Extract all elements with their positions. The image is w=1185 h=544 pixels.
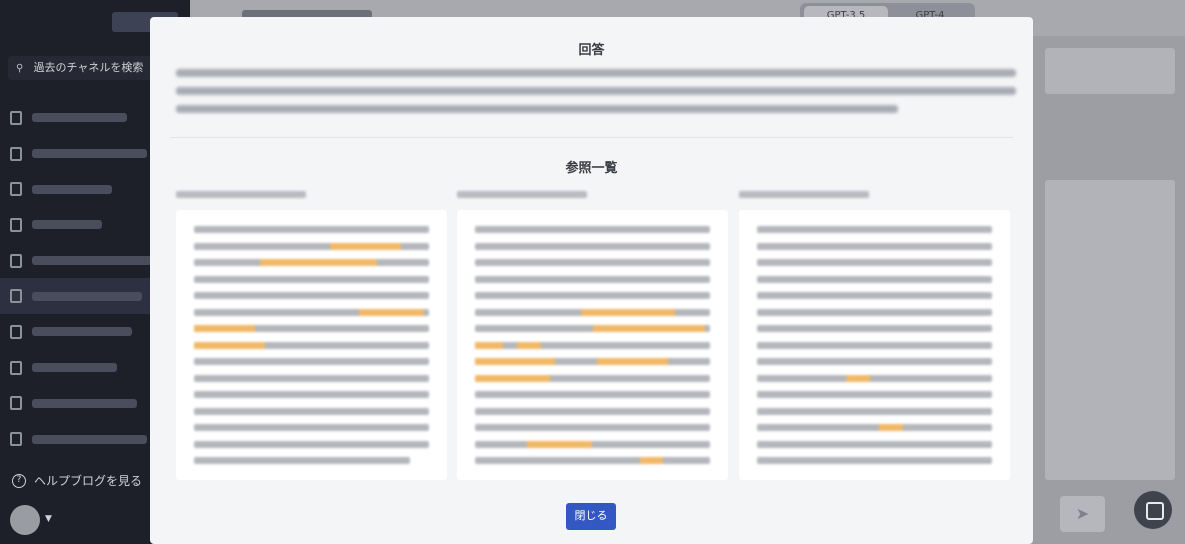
document-icon [10,146,22,161]
send-icon[interactable]: ➤ [1060,496,1105,532]
reference-column [176,191,447,480]
divider [170,137,1013,138]
answer-modal: 回答 参照一覧 閉じる [150,17,1033,544]
document-icon [10,110,22,125]
side-panel-card [1045,180,1175,480]
document-icon [10,217,22,232]
modal-title: 回答 [578,43,605,58]
help-blog-link[interactable]: ? ヘルプブログを見る [12,472,142,489]
side-panel-card [1045,48,1175,94]
chevron-down-icon[interactable]: ▼ [45,514,52,524]
reference-filename [176,191,306,198]
avatar[interactable] [10,505,40,535]
document-icon [10,182,22,197]
reference-column [457,191,728,480]
answer-text [176,69,1016,123]
close-button[interactable]: 閉じる [566,503,616,530]
reference-filename [457,191,587,198]
document-icon [10,253,22,268]
help-icon: ? [12,473,26,488]
document-icon [10,289,22,304]
reference-column [739,191,1010,480]
chat-support-button[interactable] [1134,491,1172,529]
document-icon [10,432,22,447]
help-blog-label: ヘルプブログを見る [34,474,143,488]
document-icon [10,324,22,339]
search-icon: ⚲ [16,63,24,74]
references-title: 参照一覧 [565,161,618,176]
document-icon [10,396,22,411]
reference-card [457,210,728,480]
reference-filename [739,191,869,198]
reference-card [176,210,447,480]
document-icon [10,360,22,375]
reference-card [739,210,1010,480]
channel-search-label: 過去のチャネルを検索 [33,61,144,74]
